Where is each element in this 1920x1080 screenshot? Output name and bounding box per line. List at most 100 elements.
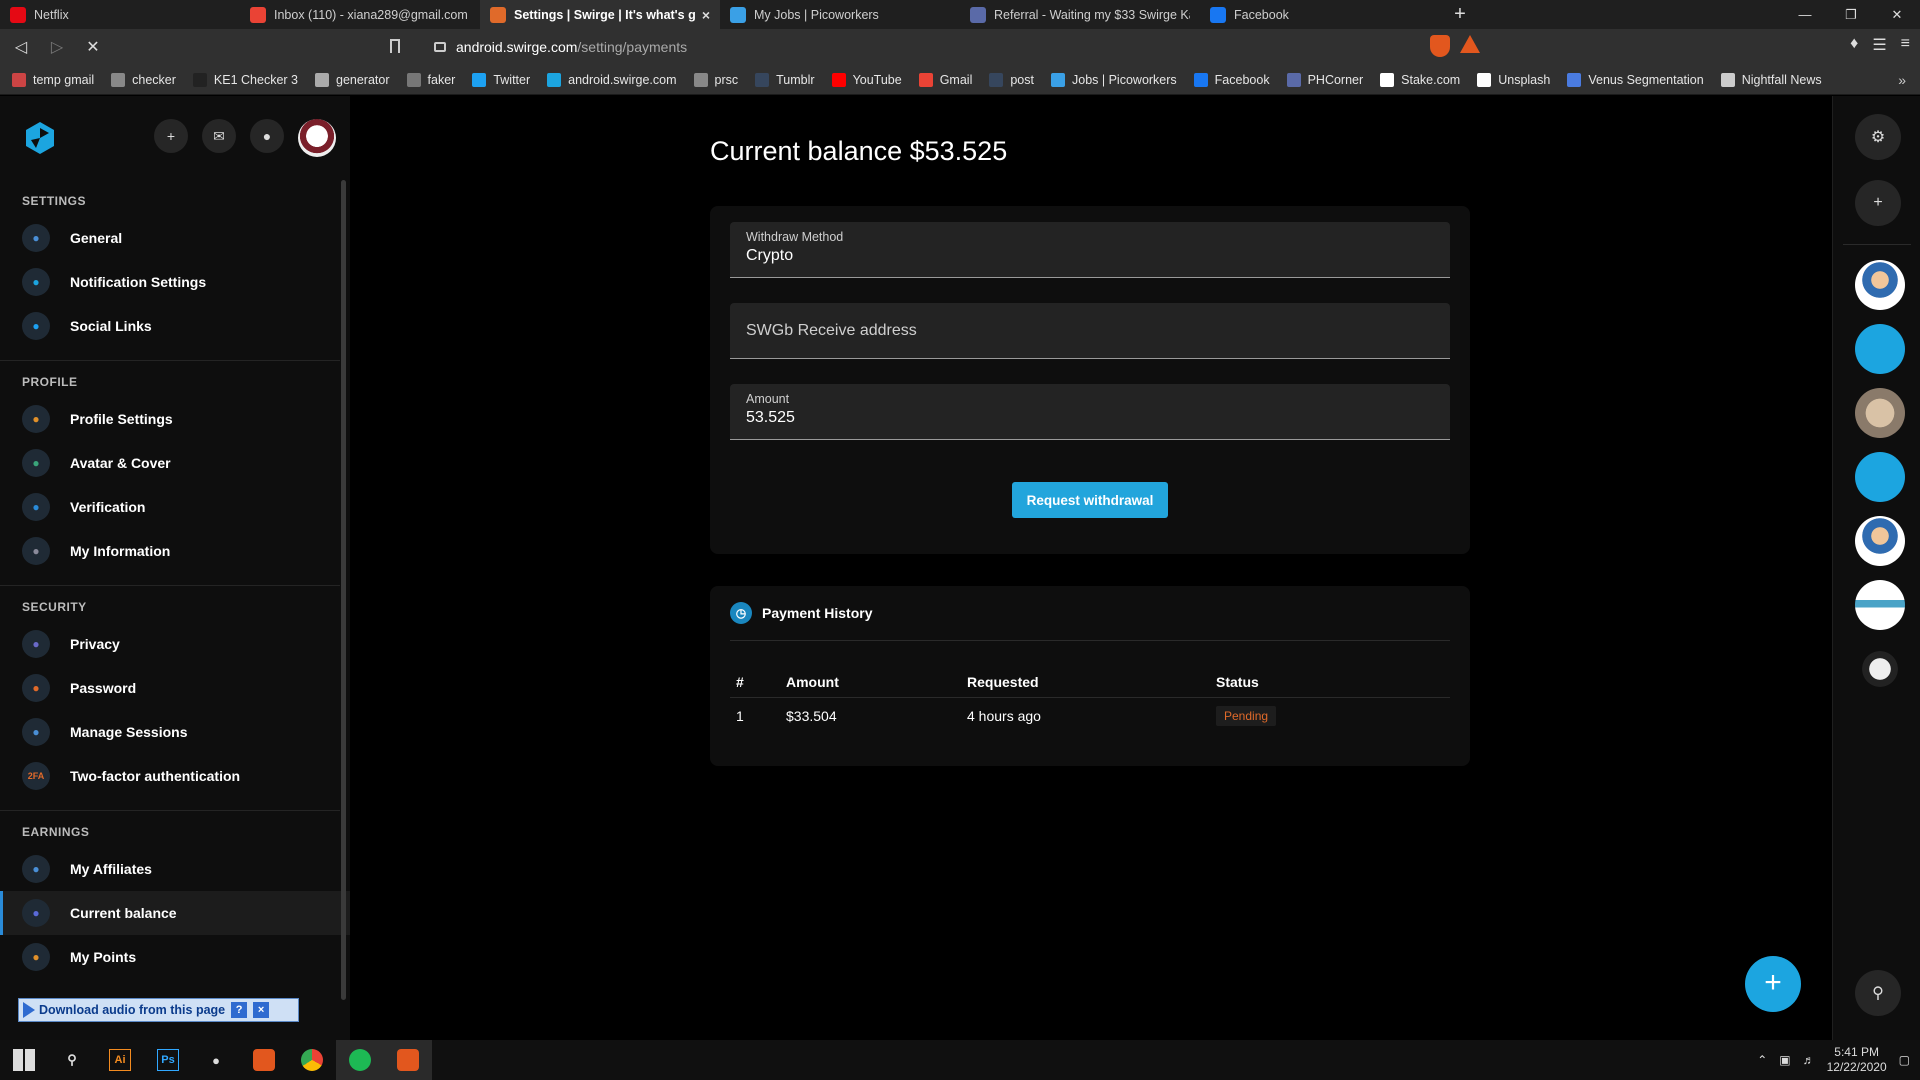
contact-avatar[interactable]	[1855, 452, 1905, 502]
sidebar-item-general[interactable]: ● General	[0, 216, 350, 260]
browser-tab[interactable]: Settings | Swirge | It's what's goin ×	[480, 0, 720, 29]
menu-icon[interactable]: ≡	[1901, 35, 1910, 55]
floating-add-button[interactable]: +	[1745, 956, 1801, 1012]
sidebar-item-manage-sessions[interactable]: ● Manage Sessions	[0, 710, 350, 754]
photoshop-icon[interactable]: Ps	[144, 1040, 192, 1080]
bookmark-item[interactable]: Venus Segmentation	[1567, 72, 1704, 87]
bookmark-item[interactable]: Facebook	[1193, 72, 1270, 87]
notifications-bell-icon[interactable]: ●	[250, 119, 284, 153]
brave-rewards-icon[interactable]	[1460, 35, 1480, 53]
bookmark-item[interactable]: Twitter	[472, 72, 530, 87]
sidebar-item-social-links[interactable]: ● Social Links	[0, 304, 350, 348]
contact-avatar[interactable]	[1855, 516, 1905, 566]
sidebar-item-profile-settings[interactable]: ● Profile Settings	[0, 397, 350, 441]
close-icon[interactable]: ×	[253, 1002, 270, 1018]
bookmark-item[interactable]: post	[989, 72, 1034, 87]
volume-icon[interactable]: ♬	[1803, 1053, 1815, 1067]
spotify-icon[interactable]	[336, 1040, 384, 1080]
payment-history-header: ◷ Payment History	[730, 602, 872, 624]
game-controller-icon[interactable]: ●	[192, 1040, 240, 1080]
sidebar-item-label: My Affiliates	[70, 861, 152, 877]
browser-tab[interactable]: Referral - Waiting my $33 Swirge Katu	[960, 0, 1200, 29]
gmail-icon	[918, 72, 933, 87]
contact-avatar[interactable]	[1855, 324, 1905, 374]
search-contacts-icon[interactable]: ⚲	[1855, 970, 1901, 1016]
chevron-up-icon[interactable]: ⌃	[1757, 1053, 1767, 1067]
group-add-icon[interactable]: +	[1855, 180, 1901, 226]
clock[interactable]: 5:41 PM 12/22/2020	[1827, 1045, 1887, 1075]
brave-shield-icon[interactable]	[1430, 35, 1450, 57]
bookmark-item[interactable]: generator	[315, 72, 390, 87]
brave-browser-icon[interactable]	[240, 1040, 288, 1080]
bookmark-item[interactable]: Nightfall News	[1720, 72, 1822, 87]
request-withdrawal-button[interactable]: Request withdrawal	[1012, 482, 1168, 518]
browser-tab[interactable]: Facebook	[1200, 0, 1440, 29]
sidebar-scrollbar[interactable]	[341, 180, 346, 1000]
contact-avatar[interactable]	[1855, 388, 1905, 438]
search-icon[interactable]: ⚲	[48, 1040, 96, 1080]
sidebar-item-avatar-cover[interactable]: ● Avatar & Cover	[0, 441, 350, 485]
bookmark-item[interactable]: faker	[406, 72, 455, 87]
sidebar-item-password[interactable]: ● Password	[0, 666, 350, 710]
bookmark-label: Venus Segmentation	[1588, 72, 1704, 87]
bookmark-item[interactable]: Unsplash	[1477, 72, 1550, 87]
back-icon[interactable]: ◁	[6, 37, 36, 57]
network-icon[interactable]: ▣	[1779, 1053, 1790, 1067]
notification-center-icon[interactable]: ▢	[1899, 1053, 1910, 1067]
extension-stripes-icon[interactable]: ☰	[1872, 35, 1886, 55]
bookmark-item[interactable]: Tumblr	[755, 72, 815, 87]
add-friend-icon[interactable]: +	[154, 119, 188, 153]
restore-icon[interactable]: ❐	[1828, 0, 1874, 29]
close-window-icon[interactable]: ✕	[1874, 0, 1920, 29]
browser-tab[interactable]: My Jobs | Picoworkers	[720, 0, 960, 29]
swirge-logo-icon[interactable]	[22, 120, 58, 156]
illustrator-icon[interactable]: Ai	[96, 1040, 144, 1080]
bookmark-item[interactable]: KE1 Checker 3	[192, 72, 298, 87]
minimize-icon[interactable]: —	[1782, 0, 1828, 29]
amount-field[interactable]: Amount 53.525	[730, 384, 1450, 440]
sidebar-item-my-points[interactable]: ● My Points	[0, 935, 350, 979]
contact-avatar[interactable]	[1855, 260, 1905, 310]
download-audio-bar[interactable]: Download audio from this page ? ×	[18, 998, 299, 1022]
bookmark-item[interactable]: android.swirge.com	[547, 72, 677, 87]
chevron-right-icon[interactable]: »	[1898, 72, 1906, 88]
bookmark-item[interactable]: Gmail	[918, 72, 972, 87]
close-tab-icon[interactable]: ×	[702, 7, 710, 23]
forward-icon[interactable]: ▷	[42, 37, 72, 57]
sidebar-item-current-balance[interactable]: ● Current balance	[0, 891, 350, 935]
bookmark-item[interactable]: prsc	[693, 72, 738, 87]
bookmark-item[interactable]: temp gmail	[12, 72, 94, 87]
address-bar[interactable]: android.swirge.com/setting/payments	[420, 33, 1500, 61]
chat-settings-icon[interactable]: ⚙	[1855, 114, 1901, 160]
receive-address-field[interactable]: SWGb Receive address	[730, 303, 1450, 359]
new-tab-button[interactable]: +	[1440, 0, 1480, 29]
chrome-icon[interactable]	[288, 1040, 336, 1080]
bookmark-item[interactable]: checker	[111, 72, 176, 87]
bookmark-item[interactable]: Stake.com	[1380, 72, 1460, 87]
contact-avatar[interactable]	[1855, 644, 1905, 694]
brave-window-icon[interactable]	[384, 1040, 432, 1080]
bookmark-item[interactable]: YouTube	[831, 72, 902, 87]
windows-start-icon[interactable]	[0, 1040, 48, 1080]
sidebar-item-notification-settings[interactable]: ● Notification Settings	[0, 260, 350, 304]
puzzle-icon[interactable]: ♦	[1850, 35, 1858, 55]
divider	[1843, 244, 1911, 245]
bookmark-page-icon[interactable]	[390, 39, 400, 53]
browser-tab[interactable]: Netflix	[0, 0, 240, 29]
sidebar-item-two-factor-authentication[interactable]: 2FA Two-factor authentication	[0, 754, 350, 798]
unsplash-icon	[1477, 72, 1492, 87]
sidebar-item-privacy[interactable]: ● Privacy	[0, 622, 350, 666]
messages-icon[interactable]: ✉	[202, 119, 236, 153]
help-icon[interactable]: ?	[231, 1002, 248, 1018]
sidebar-item-my-affiliates[interactable]: ● My Affiliates	[0, 847, 350, 891]
bookmark-item[interactable]: Jobs | Picoworkers	[1051, 72, 1177, 87]
sidebar-actions: + ✉ ●	[154, 119, 336, 157]
bookmark-item[interactable]: PHCorner	[1286, 72, 1363, 87]
sidebar-item-my-information[interactable]: ● My Information	[0, 529, 350, 573]
sidebar-item-verification[interactable]: ● Verification	[0, 485, 350, 529]
browser-tab[interactable]: Inbox (110) - xiana289@gmail.com - G	[240, 0, 480, 29]
contact-avatar[interactable]	[1855, 580, 1905, 630]
stop-loading-icon[interactable]: ✕	[78, 37, 108, 57]
user-avatar[interactable]	[298, 119, 336, 157]
withdraw-method-select[interactable]: Withdraw Method Crypto	[730, 222, 1450, 278]
